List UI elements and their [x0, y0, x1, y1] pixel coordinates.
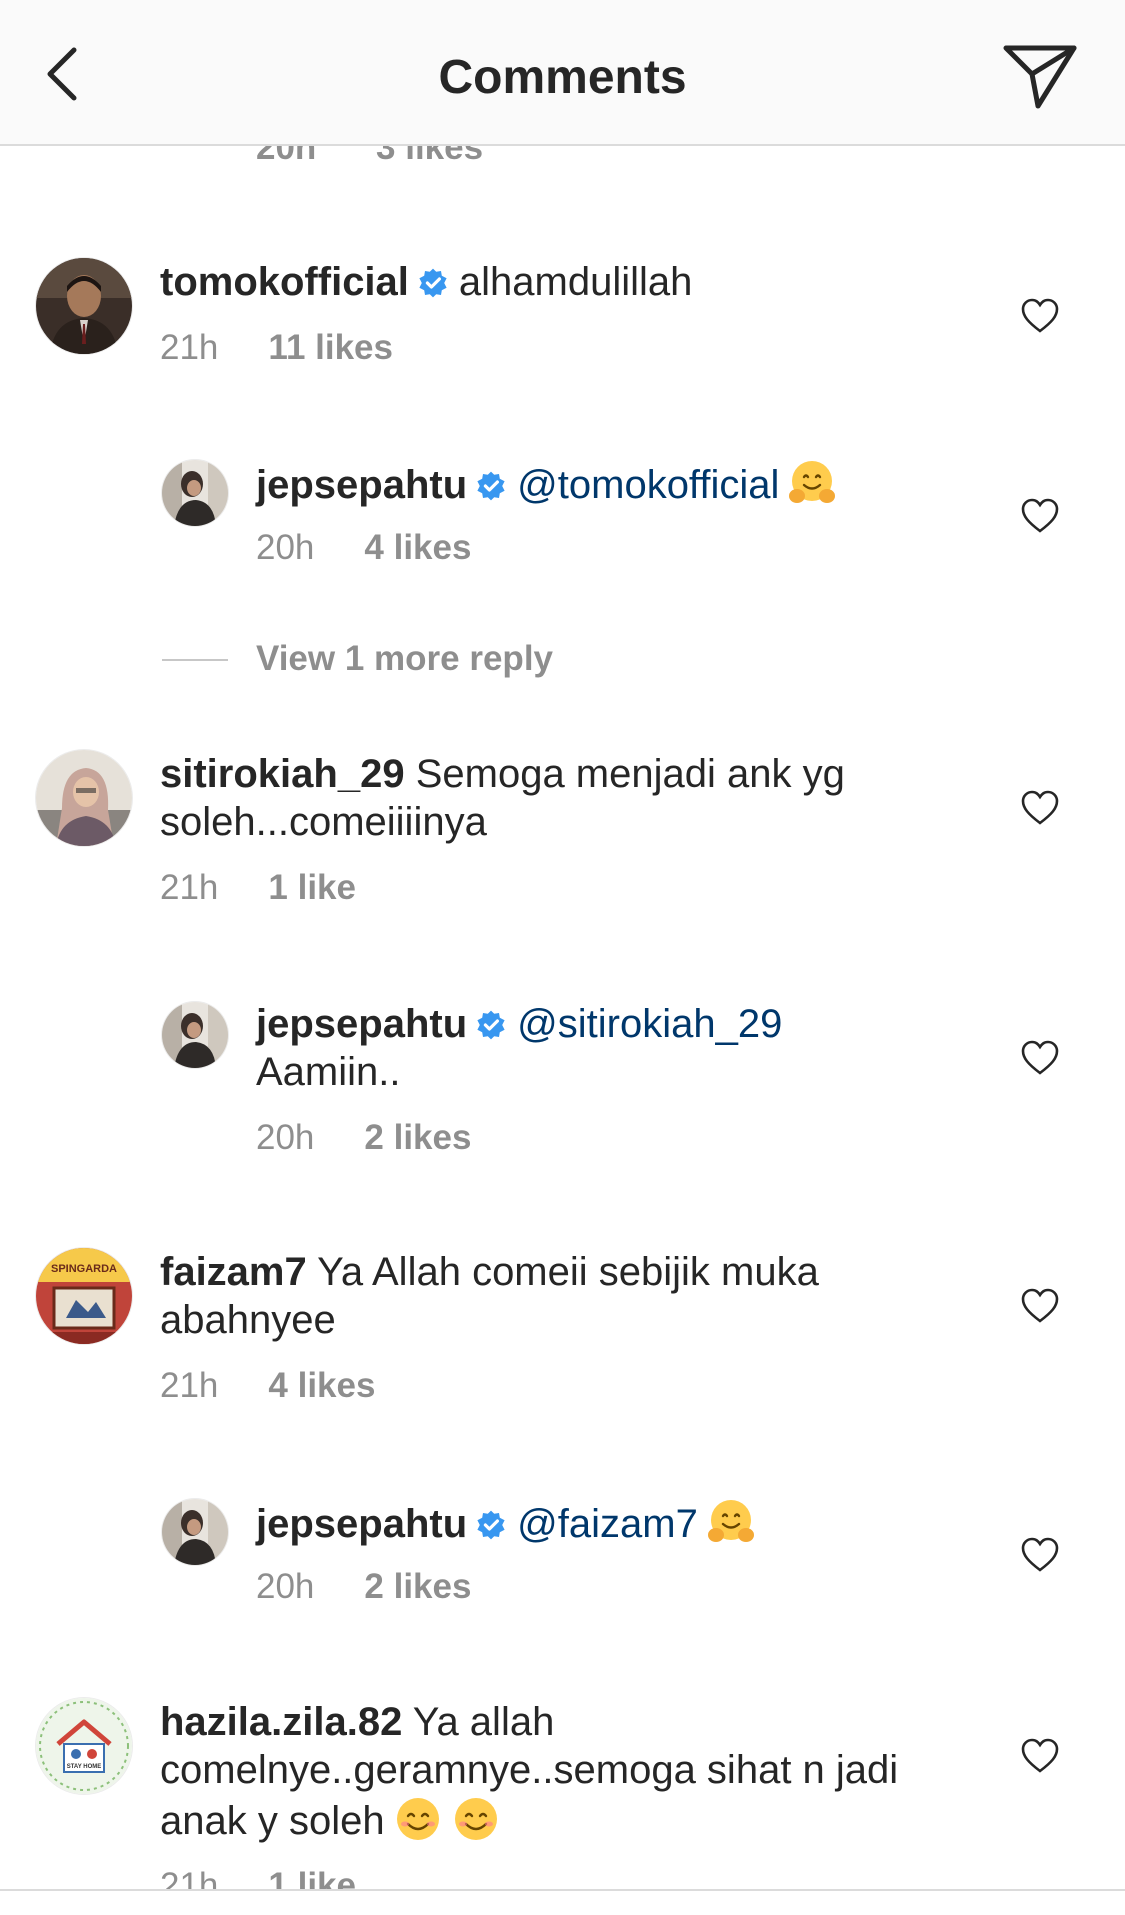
- divider: [162, 659, 228, 661]
- comment-text: jepsepahtu @faizam7: [256, 1497, 976, 1548]
- smiling-face-emoji-icon: [396, 1798, 439, 1840]
- comment-time: 20h: [256, 1118, 315, 1157]
- comment-time: 21h: [160, 328, 219, 367]
- username[interactable]: sitirokiah_29: [160, 752, 405, 796]
- avatar[interactable]: SPINGARDA: [36, 1248, 132, 1344]
- comments-list[interactable]: 20h 3 likes tomokofficial alhamdulillah 2…: [0, 0, 1125, 1915]
- avatar[interactable]: STAY HOME: [36, 1698, 132, 1794]
- comment-time: 20h: [256, 528, 315, 567]
- hugging-face-emoji-icon: [707, 1500, 754, 1542]
- mention-link[interactable]: @faizam7: [517, 1502, 698, 1546]
- comment-meta: 20h 4 likes: [256, 528, 471, 568]
- like-heart-icon[interactable]: [1020, 1040, 1060, 1076]
- comment-time: 21h: [160, 1366, 219, 1405]
- like-heart-icon[interactable]: [1020, 1288, 1060, 1324]
- badge-text: STAY HOME: [67, 1764, 102, 1770]
- comment-meta: 20h 2 likes: [256, 1567, 471, 1607]
- comment-likes[interactable]: 1 like: [268, 868, 356, 907]
- bottom-divider: [0, 1889, 1125, 1915]
- view-more-replies-label[interactable]: View 1 more reply: [256, 639, 553, 679]
- comment-time: 21h: [160, 868, 219, 907]
- mention-link[interactable]: @tomokofficial: [517, 463, 779, 507]
- comment-likes[interactable]: 2 likes: [364, 1118, 471, 1157]
- avatar[interactable]: [162, 1002, 228, 1068]
- page-title: Comments: [438, 51, 687, 104]
- username[interactable]: jepsepahtu: [256, 1502, 467, 1546]
- comment-body: Aamiin..: [256, 1050, 401, 1094]
- comment-likes[interactable]: 4 likes: [268, 1366, 375, 1405]
- mention-link[interactable]: @sitirokiah_29: [517, 1002, 782, 1046]
- comment-text: jepsepahtu @tomokofficial: [256, 458, 976, 509]
- username[interactable]: faizam7: [160, 1250, 307, 1294]
- verified-badge-icon: [477, 1010, 505, 1040]
- username[interactable]: jepsepahtu: [256, 1002, 467, 1046]
- verified-badge-icon: [419, 268, 447, 298]
- comment-meta: 21h 4 likes: [160, 1366, 375, 1406]
- username[interactable]: tomokofficial: [160, 260, 409, 304]
- username[interactable]: hazila.zila.82: [160, 1700, 402, 1744]
- navigation-header: Comments: [0, 0, 1125, 146]
- send-direct-icon[interactable]: [1000, 40, 1080, 112]
- verified-badge-icon: [477, 1510, 505, 1540]
- smiling-face-emoji-icon: [454, 1798, 497, 1840]
- comment-time: 20h: [256, 1567, 315, 1606]
- avatar[interactable]: [162, 1499, 228, 1565]
- like-heart-icon[interactable]: [1020, 298, 1060, 334]
- avatar[interactable]: [36, 750, 132, 846]
- like-heart-icon[interactable]: [1020, 790, 1060, 826]
- avatar[interactable]: [162, 460, 228, 526]
- like-heart-icon[interactable]: [1020, 498, 1060, 534]
- verified-badge-icon: [477, 471, 505, 501]
- comment-likes[interactable]: 2 likes: [364, 1567, 471, 1606]
- comment-text: tomokofficial alhamdulillah: [160, 258, 980, 306]
- comment-body: alhamdulillah: [458, 260, 693, 304]
- like-heart-icon[interactable]: [1020, 1738, 1060, 1774]
- comment-text: faizam7 Ya Allah comeii sebijik muka aba…: [160, 1248, 980, 1344]
- comment-meta: 20h 2 likes: [256, 1118, 471, 1158]
- comment-text: hazila.zila.82 Ya allah comelnye..geramn…: [160, 1698, 980, 1845]
- comment-likes[interactable]: 11 likes: [268, 328, 393, 367]
- comment-text: sitirokiah_29 Semoga menjadi ank yg sole…: [160, 750, 980, 846]
- comment-meta: 21h 1 like: [160, 868, 356, 908]
- comment-likes[interactable]: 4 likes: [364, 528, 471, 567]
- hugging-face-emoji-icon: [789, 461, 836, 503]
- comment-meta: 21h 11 likes: [160, 328, 393, 368]
- badge-text: SPINGARDA: [51, 1263, 117, 1275]
- like-heart-icon[interactable]: [1020, 1537, 1060, 1573]
- comment-text: jepsepahtu @sitirokiah_29 Aamiin..: [256, 1000, 976, 1096]
- avatar[interactable]: [36, 258, 132, 354]
- username[interactable]: jepsepahtu: [256, 463, 467, 507]
